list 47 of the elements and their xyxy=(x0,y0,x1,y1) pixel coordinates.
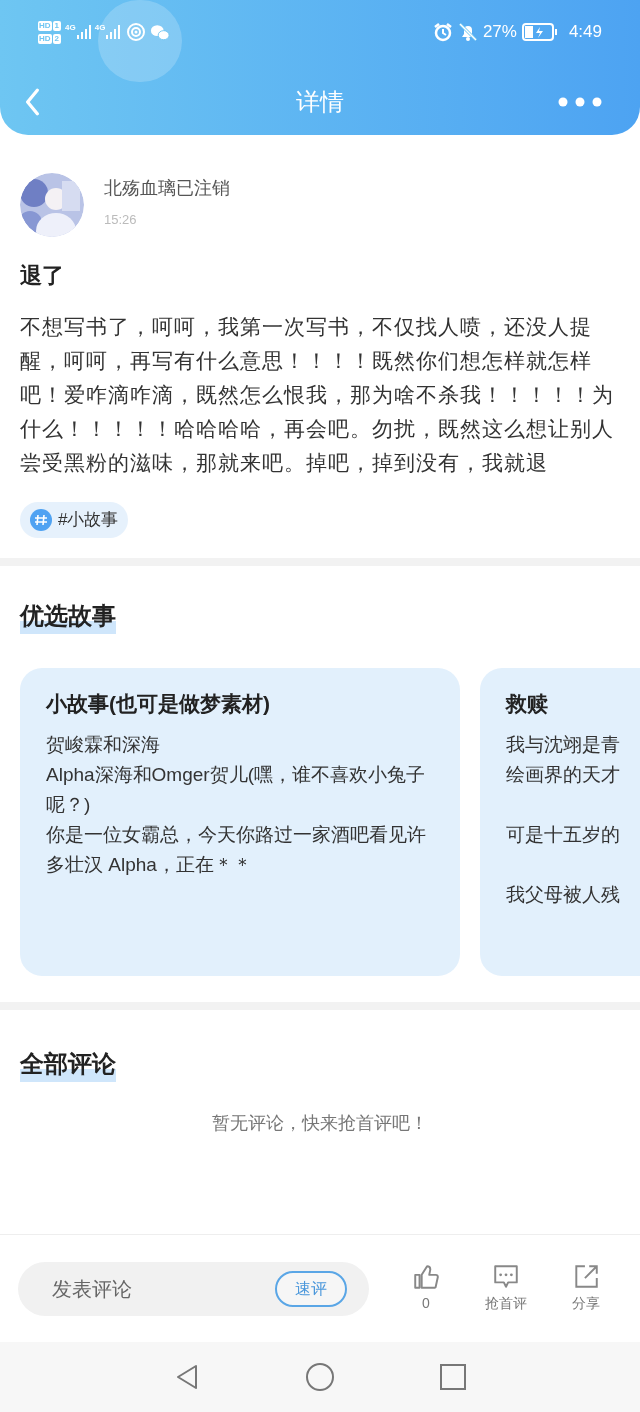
sim-slot: 2 xyxy=(52,33,61,44)
story-card[interactable]: 小故事(也可是做梦素材) 贺峻霖和深海 Alpha深海和Omger贺儿(嘿，谁不喜欢小兔子呢？) 你是一位女霸总，今天你路过一家酒吧看见许多壮汉 Alpha，正在＊＊ xyxy=(20,668,460,976)
thumbs-up-icon[interactable] xyxy=(412,1263,440,1291)
story-text: 绘画界的天才 xyxy=(506,762,621,787)
share-icon[interactable] xyxy=(572,1263,600,1291)
sim-slot: 1 xyxy=(52,20,61,31)
story-text: 我与沈翊是青 xyxy=(506,732,621,757)
chat-app-icon xyxy=(150,23,171,41)
network-label: 4G xyxy=(94,24,106,32)
clock-time: 4:49 xyxy=(568,21,602,44)
action-label[interactable]: 分享 xyxy=(572,1293,600,1314)
story-text: 贺峻霖和深海 xyxy=(46,732,161,757)
story-title: 救赎 xyxy=(506,691,549,717)
page-title: 详情 xyxy=(296,87,344,117)
comment-icon[interactable] xyxy=(492,1263,520,1291)
bell-muted-icon xyxy=(457,22,478,42)
battery-percent: 27% xyxy=(482,21,517,44)
battery-icon xyxy=(521,23,558,41)
hashtag-icon xyxy=(30,509,52,531)
action-label[interactable]: 抢首评 xyxy=(485,1293,527,1314)
sim-badge: HD xyxy=(38,20,52,31)
empty-comments-text: 暂无评论，快来抢首评吧！ xyxy=(211,1112,429,1135)
network-label: 4G xyxy=(65,24,76,32)
comment-field[interactable]: 发表评论 速评 xyxy=(18,1261,369,1316)
action-label[interactable]: 0 xyxy=(422,1293,430,1314)
more-icon[interactable] xyxy=(558,97,602,107)
signal-icon xyxy=(106,24,121,40)
author-name: 北殇血璃已注销 xyxy=(104,176,230,200)
back-icon[interactable] xyxy=(24,88,42,116)
story-text: Alpha深海和Omger贺儿(嘿，谁不喜欢小兔子呢？) xyxy=(46,762,426,817)
story-text: 你是一位女霸总，今天你路过一家酒吧看见许多壮汉 Alpha，正在＊＊ xyxy=(46,822,427,877)
quick-review-button[interactable]: 速评 xyxy=(275,1270,347,1307)
story-card[interactable]: 救赎 我与沈翊是青 绘画界的天才 可是十五岁的 我父母被人残 xyxy=(480,668,640,976)
signal-icon xyxy=(76,24,91,40)
post-time: 15:26 xyxy=(104,210,138,229)
topic-tag[interactable]: #小故事 xyxy=(20,502,129,538)
story-title: 小故事(也可是做梦素材) xyxy=(46,691,271,717)
story-text: 我父母被人残 xyxy=(506,882,621,907)
home-circle-icon[interactable] xyxy=(306,1363,334,1391)
back-triangle-icon[interactable] xyxy=(174,1363,200,1391)
recents-square-icon[interactable] xyxy=(440,1364,466,1390)
hotspot-icon xyxy=(126,22,147,42)
sim-badge: HD xyxy=(38,33,52,44)
post-title: 退了 xyxy=(20,262,65,290)
alarm-icon xyxy=(432,22,453,42)
post-body: 不想写书了，呵呵，我第一次写书，不仅找人喷，还没人提醒，呵呵，再写有什么意思！！！！既然你们想怎样就怎样吧！爱咋滴咋滴，既然怎么恨我，那为啥不杀我！！！！！为什么！！！！！哈哈哈哈，再会吧。勿扰，既然这么想让别人尝受黑粉的滋味，那就来吧。掉吧，掉到没有，我就退 xyxy=(20,314,615,476)
story-text: 可是十五岁的 xyxy=(506,822,621,847)
